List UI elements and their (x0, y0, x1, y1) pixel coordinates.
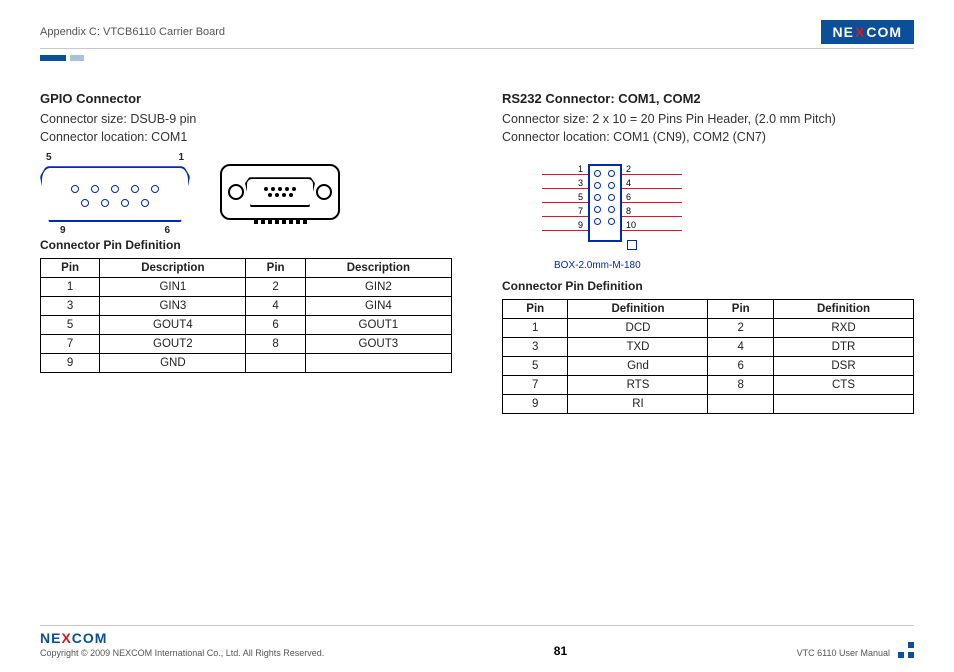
copyright: Copyright © 2009 NEXCOM International Co… (40, 648, 324, 658)
dsub-physical-diagram (220, 164, 340, 224)
gpio-section: GPIO Connector Connector size: DSUB-9 pi… (40, 91, 452, 414)
table-row: 7GOUT28GOUT3 (41, 335, 452, 354)
doc-title: VTC 6110 User Manual (797, 648, 890, 658)
footer-right: VTC 6110 User Manual (797, 642, 914, 658)
gpio-figures: 5 1 9 6 (40, 164, 452, 224)
nexcom-logo: NEXCOM (821, 20, 914, 44)
dsub-pinout-diagram: 5 1 9 6 (40, 166, 190, 222)
gpio-table-title: Connector Pin Definition (40, 238, 452, 252)
rs232-title: RS232 Connector: COM1, COM2 (502, 91, 914, 106)
gpio-loc: Connector location: COM1 (40, 128, 452, 146)
pin-label-6: 6 (164, 225, 170, 236)
th-pin: Pin (708, 300, 773, 319)
box-header-diagram: 1 3 5 7 9 2 4 6 8 10 (542, 158, 692, 258)
pin-label-5: 5 (46, 152, 52, 163)
th-def: Definition (773, 300, 913, 319)
rs232-section: RS232 Connector: COM1, COM2 Connector si… (502, 91, 914, 414)
nexcom-footer-logo: NEXCOM (40, 630, 324, 646)
th-pin: Pin (41, 259, 100, 278)
th-pin: Pin (503, 300, 568, 319)
rs232-pin-table: Pin Definition Pin Definition 1DCD2RXD 3… (502, 299, 914, 414)
table-row: 1GIN12GIN2 (41, 278, 452, 297)
pin-label-1: 1 (178, 152, 184, 163)
gpio-title: GPIO Connector (40, 91, 452, 106)
accent-bars (40, 55, 914, 61)
table-row: 5GOUT46GOUT1 (41, 316, 452, 335)
rs232-size: Connector size: 2 x 10 = 20 Pins Pin Hea… (502, 110, 914, 128)
table-row: 3TXD4DTR (503, 338, 914, 357)
table-row: 9RI (503, 395, 914, 414)
th-def: Definition (568, 300, 708, 319)
th-desc: Description (305, 259, 451, 278)
box-header-label: BOX-2.0mm-M-180 (554, 260, 914, 271)
th-desc: Description (100, 259, 246, 278)
content-columns: GPIO Connector Connector size: DSUB-9 pi… (40, 91, 914, 414)
footer-left: NEXCOM Copyright © 2009 NEXCOM Internati… (40, 630, 324, 658)
page-header: Appendix C: VTCB6110 Carrier Board NEXCO… (40, 20, 914, 49)
table-row: 9GND (41, 354, 452, 373)
gpio-size: Connector size: DSUB-9 pin (40, 110, 452, 128)
pin-label-9: 9 (60, 225, 66, 236)
table-row: 7RTS8CTS (503, 376, 914, 395)
table-row: 3GIN34GIN4 (41, 297, 452, 316)
th-pin: Pin (246, 259, 305, 278)
corner-mark-icon (898, 642, 914, 658)
rs232-table-title: Connector Pin Definition (502, 279, 914, 293)
table-row: 5Gnd6DSR (503, 357, 914, 376)
gpio-pin-table: Pin Description Pin Description 1GIN12GI… (40, 258, 452, 373)
table-row: 1DCD2RXD (503, 319, 914, 338)
page-footer: NEXCOM Copyright © 2009 NEXCOM Internati… (40, 625, 914, 658)
rs232-loc: Connector location: COM1 (CN9), COM2 (CN… (502, 128, 914, 146)
header-title: Appendix C: VTCB6110 Carrier Board (40, 26, 225, 38)
page-number: 81 (554, 644, 567, 658)
